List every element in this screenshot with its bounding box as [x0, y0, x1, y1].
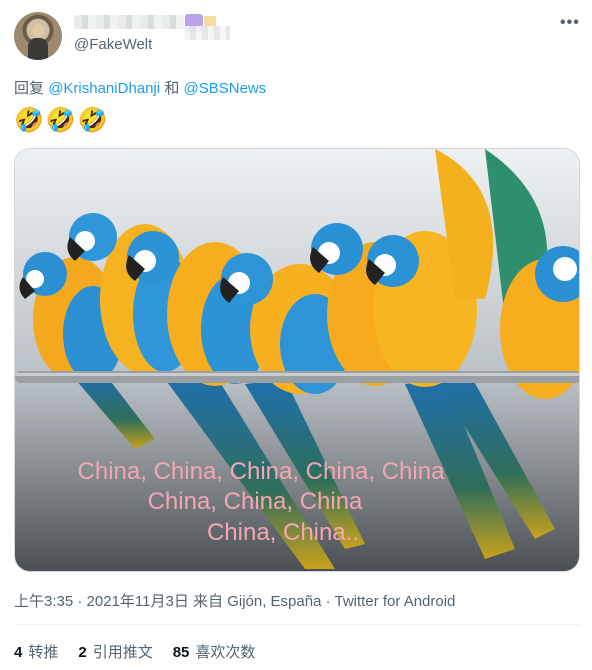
mention-link-2[interactable]: @SBSNews	[184, 80, 267, 97]
tweet-image[interactable]: China, China, China, China, China China,…	[14, 148, 580, 572]
display-name-redacted[interactable]	[74, 15, 184, 29]
avatar-body-shape	[28, 38, 48, 60]
likes-label: 喜欢次数	[195, 644, 256, 661]
source-link[interactable]: Twitter for Android	[335, 593, 456, 610]
user-handle[interactable]: @FakeWelt	[74, 36, 152, 53]
tweet-text: 🤣🤣🤣	[14, 107, 110, 134]
timestamp-link[interactable]: 上午3:35 · 2021年11月3日	[14, 593, 189, 610]
badge-redacted	[184, 26, 230, 40]
tweet-time: 上午3:35	[14, 593, 74, 610]
likes-count: 85	[172, 644, 190, 661]
parrots-illustration: China, China, China, China, China China,…	[15, 149, 579, 571]
reply-prefix: 回复	[14, 80, 45, 97]
caption-line-1: China, China, China, China, China	[78, 458, 446, 485]
separator: ·	[77, 593, 83, 610]
avatar-face-shape	[32, 24, 44, 37]
more-options-icon[interactable]: •••	[560, 14, 580, 32]
tweet-date: 2021年11月3日	[86, 593, 189, 610]
location-link[interactable]: Gijón, España	[227, 593, 321, 610]
separator: ·	[325, 593, 331, 610]
location-prefix: 来自	[193, 593, 224, 610]
reply-context: 回复 @KrishaniDhanji 和 @SBSNews	[14, 77, 266, 98]
avatar[interactable]	[14, 12, 62, 60]
retweets-stat[interactable]: 4 转推	[14, 641, 58, 662]
retweets-label: 转推	[28, 644, 59, 661]
caption-line-3: China, China..	[207, 519, 359, 546]
quotes-count: 2	[78, 644, 87, 661]
mention-link-1[interactable]: @KrishaniDhanji	[48, 80, 160, 97]
quotes-label: 引用推文	[92, 644, 153, 661]
quotes-stat[interactable]: 2 引用推文	[78, 641, 152, 662]
perch-rope	[15, 371, 579, 383]
caption-line-2: China, China, China	[148, 488, 363, 515]
reply-joiner: 和	[164, 80, 180, 97]
retweets-count: 4	[14, 644, 23, 661]
engagement-stats: 4 转推 2 引用推文 85 喜欢次数	[14, 641, 255, 662]
divider	[14, 624, 580, 625]
tweet-metadata: 上午3:35 · 2021年11月3日 来自 Gijón, España · T…	[14, 590, 455, 611]
likes-stat[interactable]: 85 喜欢次数	[173, 641, 256, 662]
